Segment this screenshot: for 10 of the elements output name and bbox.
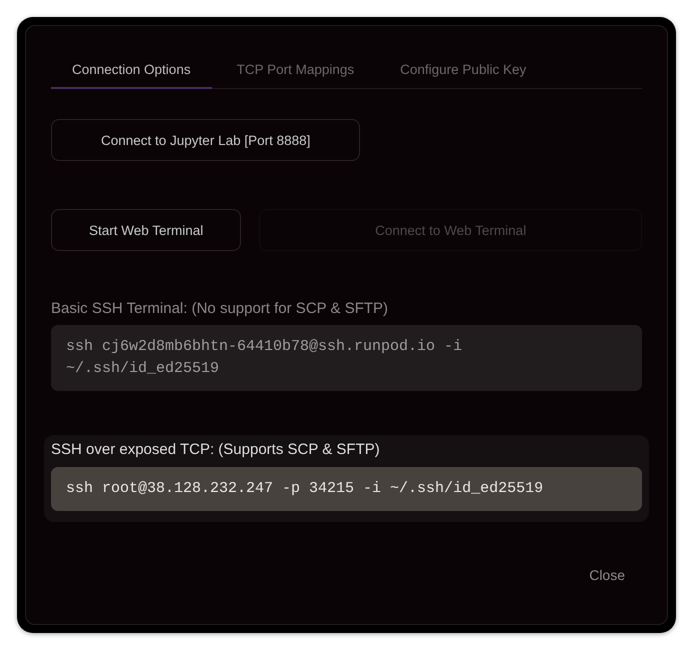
action-button[interactable]: Start Web Terminal bbox=[51, 209, 242, 251]
section-label: SSH over exposed TCP: (Supports SCP & SFTP) bbox=[51, 441, 381, 459]
section-label: Basic SSH Terminal: (No support for SCP & SFTP) bbox=[51, 300, 390, 318]
tab[interactable]: TCP Port Mappings bbox=[216, 52, 376, 89]
command-box: ssh cj6w2d8mb6bhtn-64410b78@ssh.runpod.io -i ~/.ssh/id_ed25519 bbox=[51, 325, 642, 391]
close-button[interactable]: Close bbox=[572, 557, 642, 593]
tab[interactable]: Connection Options bbox=[51, 52, 212, 89]
action-button[interactable]: Connect to Jupyter Lab [Port 8888] bbox=[51, 119, 360, 161]
tab[interactable]: Configure Public Key bbox=[379, 52, 548, 89]
command-box: ssh root@38.128.232.247 -p 34215 -i ~/.ssh/id_ed25519 bbox=[51, 467, 642, 511]
